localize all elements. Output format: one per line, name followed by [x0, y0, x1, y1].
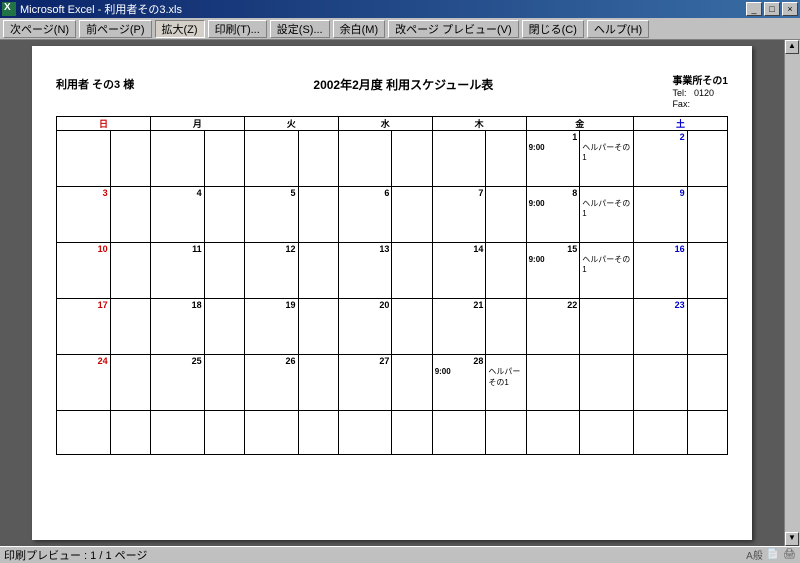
- preview-workspace: 利用者 その3 様 2002年2月度 利用スケジュール表 事業所その1 Tel:…: [0, 40, 800, 546]
- setup-button[interactable]: 設定(S)...: [270, 20, 330, 38]
- margins-button[interactable]: 余白(M): [333, 20, 386, 38]
- window-title: Microsoft Excel - 利用者その3.xls: [20, 1, 182, 17]
- week-2: 3 4 5 6 7 8 9:00 ヘルパーその1 9: [57, 186, 728, 242]
- window-titlebar: Microsoft Excel - 利用者その3.xls _ □ ×: [0, 0, 800, 18]
- weekday-sat: 土: [633, 116, 727, 130]
- close-preview-button[interactable]: 閉じる(C): [522, 20, 584, 38]
- status-text: 印刷プレビュー : 1 / 1 ページ: [4, 547, 147, 563]
- prev-page-button[interactable]: 前ページ(P): [79, 20, 151, 38]
- close-window-button[interactable]: ×: [782, 2, 798, 16]
- week-1: 1 9:00 ヘルパーその1 2: [57, 130, 728, 186]
- tray-icon: 🖨: [783, 549, 796, 560]
- week-3: 10 11 12 13 14 15 9:00 ヘルパーその1 16: [57, 242, 728, 298]
- ime-indicator: A般 📄 🖨: [746, 547, 796, 562]
- page-title: 2002年2月度 利用スケジュール表: [134, 76, 672, 93]
- weekday-mon: 月: [150, 116, 244, 130]
- minimize-button[interactable]: _: [746, 2, 762, 16]
- preview-page: 利用者 その3 様 2002年2月度 利用スケジュール表 事業所その1 Tel:…: [32, 46, 752, 540]
- week-4: 17 18 19 20 21 22 23: [57, 298, 728, 354]
- weekday-thu: 木: [432, 116, 526, 130]
- week-5: 24 25 26 27 28 9:00 ヘルパーその1: [57, 354, 728, 410]
- schedule-calendar: 日 月 火 水 木 金 土 1 9:00 ヘルパーその1 2 3: [56, 116, 728, 455]
- excel-icon: [2, 2, 16, 16]
- print-preview-toolbar: 次ページ(N) 前ページ(P) 拡大(Z) 印刷(T)... 設定(S)... …: [0, 18, 800, 40]
- scroll-down-button[interactable]: ▼: [785, 532, 799, 546]
- page-break-preview-button[interactable]: 改ページ プレビュー(V): [388, 20, 519, 38]
- weekday-wed: 水: [338, 116, 432, 130]
- next-page-button[interactable]: 次ページ(N): [3, 20, 76, 38]
- tray-icon: 📄: [767, 549, 779, 560]
- scroll-up-button[interactable]: ▲: [785, 40, 799, 54]
- weekday-sun: 日: [57, 116, 151, 130]
- week-6: [57, 410, 728, 454]
- print-button[interactable]: 印刷(T)...: [208, 20, 267, 38]
- user-name-label: 利用者 その3 様: [56, 76, 134, 92]
- maximize-button[interactable]: □: [764, 2, 780, 16]
- zoom-button[interactable]: 拡大(Z): [155, 20, 205, 38]
- weekday-fri: 金: [526, 116, 633, 130]
- status-bar: 印刷プレビュー : 1 / 1 ページ A般 📄 🖨: [0, 546, 800, 562]
- office-info: 事業所その1 Tel: 0120 Fax:: [672, 76, 728, 110]
- help-button[interactable]: ヘルプ(H): [587, 20, 649, 38]
- vertical-scrollbar[interactable]: ▲ ▼: [784, 40, 800, 546]
- weekday-tue: 火: [244, 116, 338, 130]
- office-name: 事業所その1: [672, 76, 728, 88]
- weekday-header-row: 日 月 火 水 木 金 土: [57, 116, 728, 130]
